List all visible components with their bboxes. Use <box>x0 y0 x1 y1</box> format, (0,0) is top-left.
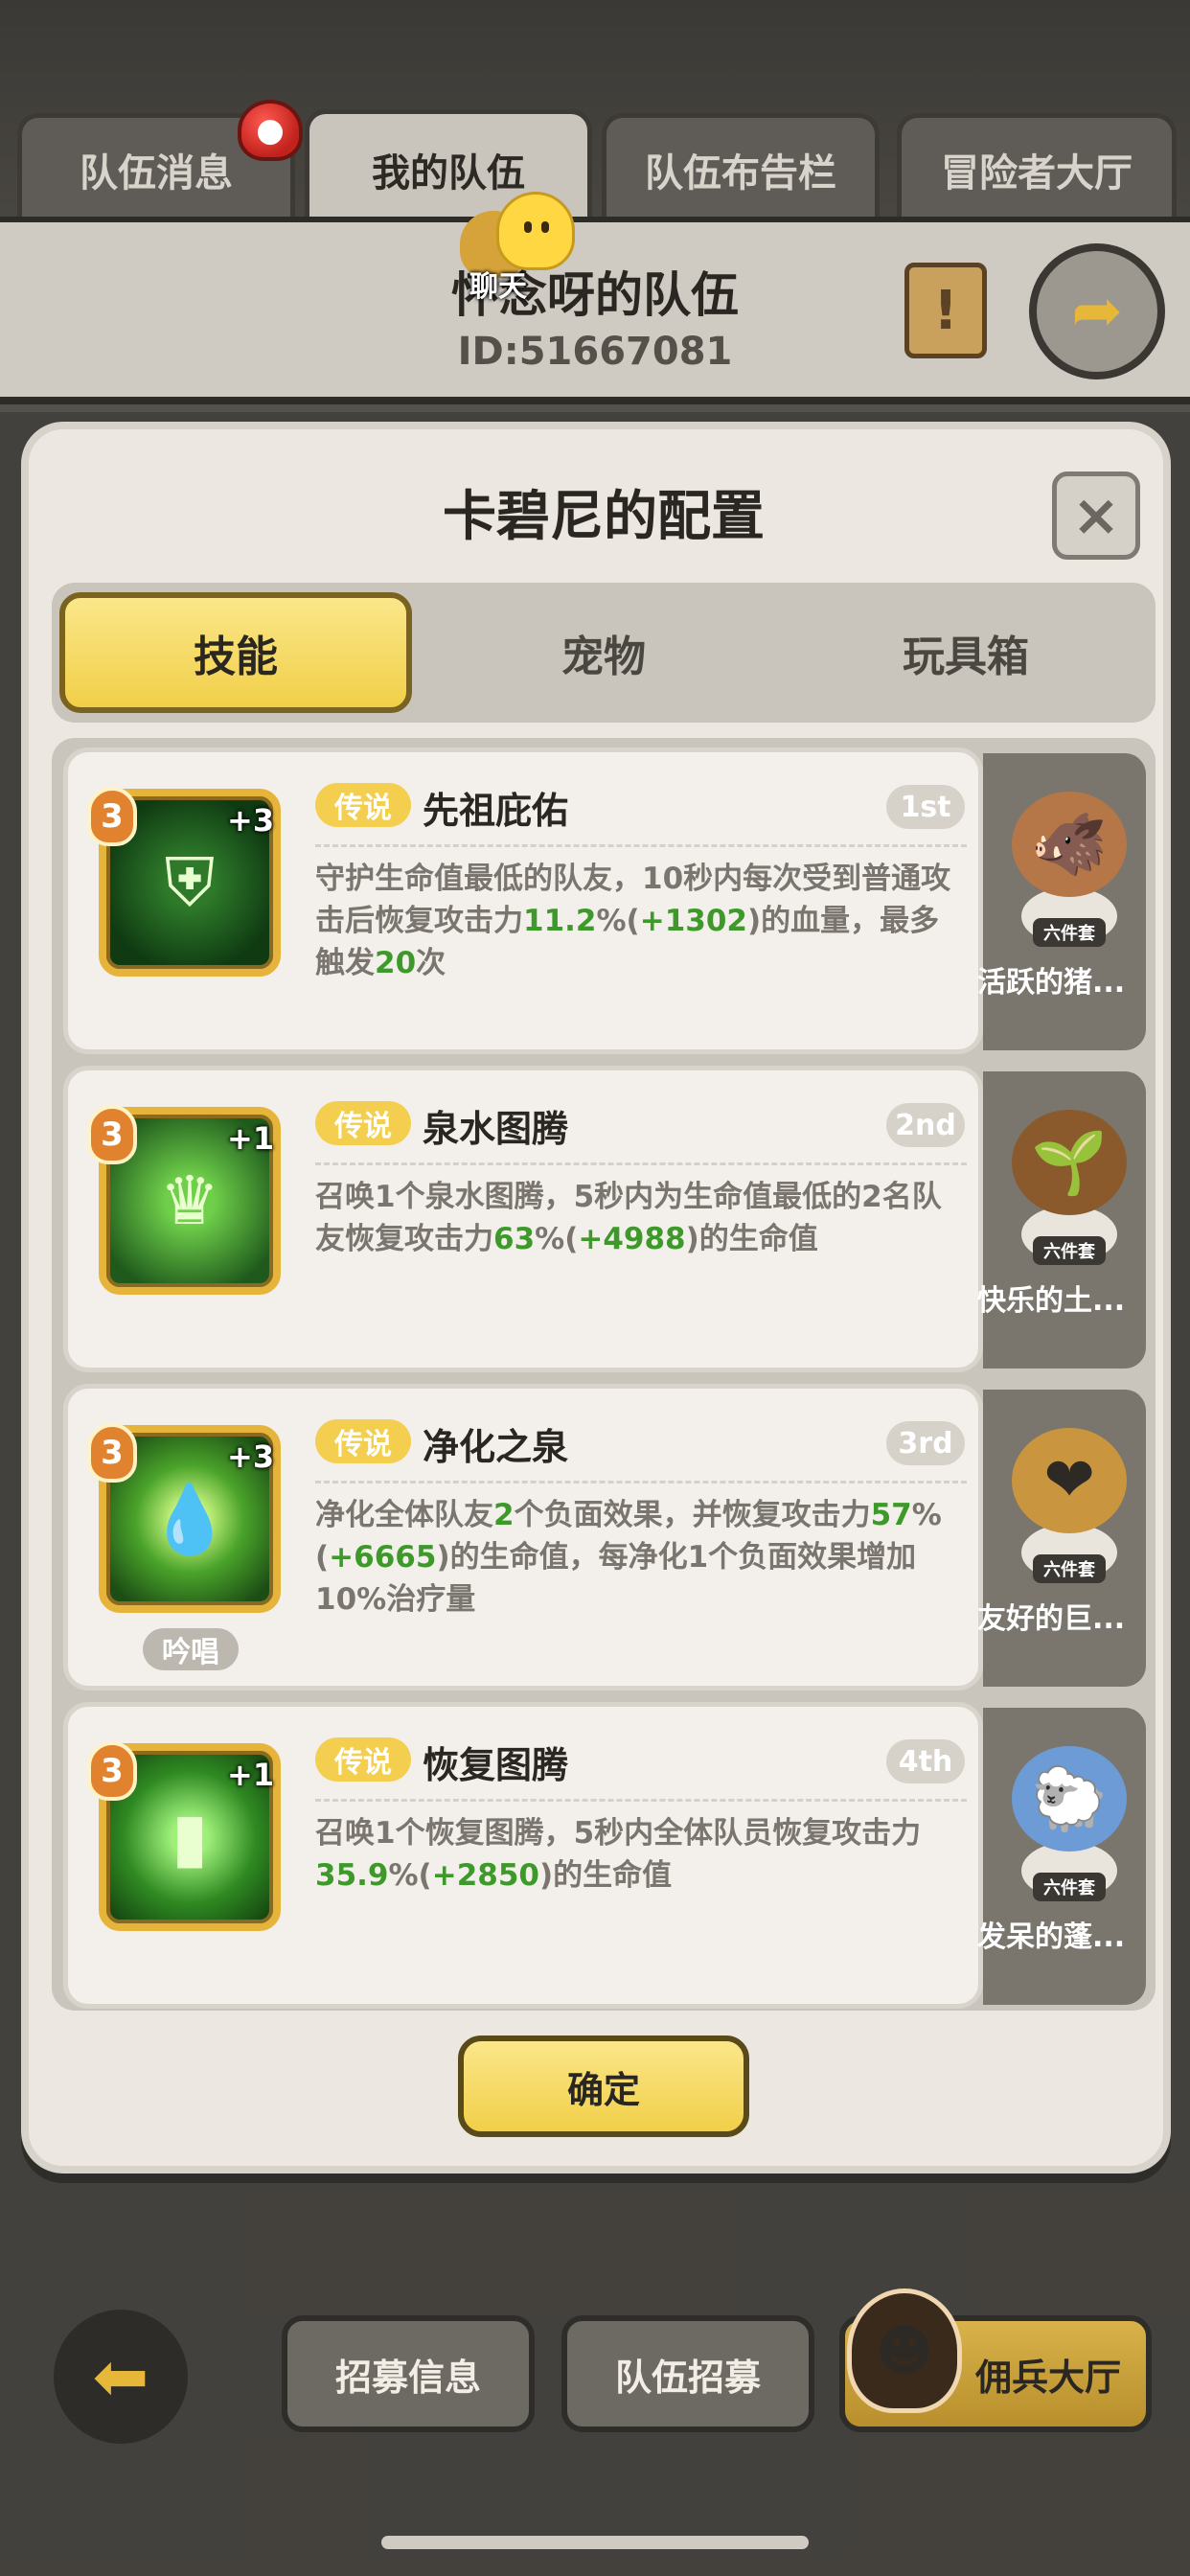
segment-control: 技能 宠物 玩具箱 <box>52 583 1156 723</box>
divider <box>315 1481 967 1484</box>
skill-level-badge: 3 <box>87 1423 137 1483</box>
recruit-info-button[interactable]: 招募信息 <box>282 2315 535 2432</box>
desc-text: )的生命值 <box>539 1858 673 1893</box>
skill-name: 泉水图腾 <box>423 1108 569 1150</box>
stat-value: 11.2 <box>523 904 597 938</box>
tab-adventurer-hall[interactable]: 冒险者大厅 <box>897 113 1177 220</box>
desc-text: 净化全体队友 <box>315 1498 493 1532</box>
set-badge: 六件套 <box>1033 1236 1106 1265</box>
stat-value: 35.9 <box>315 1858 389 1893</box>
stat-value: 2 <box>493 1498 515 1532</box>
tab-toybox[interactable]: 玩具箱 <box>790 583 1142 723</box>
chat-ghost-icon <box>496 192 575 270</box>
skill-name: 恢复图腾 <box>423 1744 569 1786</box>
rarity-tag: 传说 <box>315 783 411 827</box>
close-button[interactable]: × <box>1052 472 1140 560</box>
skill-rank: 2nd <box>886 1103 965 1147</box>
top-tabbar: 队伍消息 我的队伍 队伍布告栏 冒险者大厅 <box>13 109 1177 224</box>
stat-value: +6665 <box>329 1540 437 1575</box>
stat-value: +4988 <box>578 1222 686 1256</box>
divider <box>315 844 967 847</box>
skill-plus-level: +3 <box>227 1438 275 1475</box>
stat-value: 20 <box>375 946 417 980</box>
pet-slot[interactable]: 🐑 六件套 发呆的蓬... <box>977 1708 1146 2005</box>
skill-rank: 4th <box>886 1739 965 1783</box>
pet-slot[interactable]: 🐗 六件套 活跃的猪... <box>977 753 1146 1050</box>
rarity-tag: 传说 <box>315 1419 411 1463</box>
back-arrow-icon[interactable]: ⬅ <box>54 2310 188 2444</box>
team-name: 怀念呀的队伍 <box>451 267 739 323</box>
skill-level-badge: 3 <box>87 1741 137 1801</box>
scroll-icon[interactable]: ! <box>904 263 987 358</box>
stat-value: 63 <box>493 1222 536 1256</box>
team-header: 怀念呀的队伍 ID:51667081 <box>0 217 1190 404</box>
dialog-title: 卡碧尼的配置 <box>443 486 765 548</box>
skill-level-badge: 3 <box>87 1105 137 1164</box>
sheep-pet-icon: 🐑 <box>1012 1746 1127 1852</box>
team-id: ID:51667081 <box>457 330 733 374</box>
divider <box>315 1799 967 1802</box>
pet-name: 活跃的猪... <box>977 966 1126 1000</box>
chant-tag: 吟唱 <box>143 1628 239 1670</box>
skill-name: 先祖庇佑 <box>423 790 569 832</box>
tab-skills[interactable]: 技能 <box>59 592 412 713</box>
skill-name: 净化之泉 <box>423 1426 569 1468</box>
skill-rank: 1st <box>886 785 965 829</box>
boar-pet-icon: 🐗 <box>1012 792 1127 897</box>
skill-list: ⛨ 3 +3 传说 先祖庇佑 1st 守护生命值最低的队友，10秒内每次受到普通… <box>52 738 1156 2011</box>
pet-slot[interactable]: ❤ 六件套 友好的巨... <box>977 1390 1146 1687</box>
chat-button[interactable]: 聊天 <box>460 192 575 304</box>
tab-team-board[interactable]: 队伍布告栏 <box>602 113 880 220</box>
set-badge: 六件套 <box>1033 918 1106 947</box>
hero-avatar: ☻ <box>847 2288 962 2413</box>
skill-description: 净化全体队友2个负面效果，并恢复攻击力57%(+6665)的生命值，每净化1个负… <box>315 1494 967 1621</box>
set-badge: 六件套 <box>1033 1873 1106 1901</box>
bell-icon: ● <box>238 100 303 161</box>
divider <box>315 1162 967 1165</box>
stat-value: 57 <box>870 1498 912 1532</box>
pet-name: 发呆的蓬... <box>977 1920 1126 1954</box>
skill-plus-level: +3 <box>227 802 275 839</box>
desc-text: 个负面效果，并恢复攻击力 <box>514 1498 871 1532</box>
set-badge: 六件套 <box>1033 1554 1106 1583</box>
pet-name: 快乐的土... <box>977 1284 1126 1318</box>
mole-pet-icon: 🌱 <box>1012 1110 1127 1215</box>
skill-description: 守护生命值最低的队友，10秒内每次受到普通攻击后恢复攻击力11.2%(+1302… <box>315 858 967 984</box>
tab-pets[interactable]: 宠物 <box>427 583 780 723</box>
skill-description: 召唤1个泉水图腾，5秒内为生命值最低的2名队友恢复攻击力63%(+4988)的生… <box>315 1176 967 1260</box>
team-recruit-button[interactable]: 队伍招募 <box>561 2315 814 2432</box>
desc-text: )的生命值 <box>685 1222 818 1256</box>
stat-value: +1302 <box>639 904 747 938</box>
skill-description: 召唤1个恢复图腾，5秒内全体队员恢复攻击力 35.9%(+2850)的生命值 <box>315 1812 967 1897</box>
chat-label: 聊天 <box>469 270 527 304</box>
skill-plus-level: +1 <box>227 1757 275 1793</box>
skill-card[interactable]: ▮ 3 +1 传说 恢复图腾 4th 召唤1个恢复图腾，5秒内全体队员恢复攻击力… <box>63 1702 983 2009</box>
skill-card[interactable]: ⛨ 3 +3 传说 先祖庇佑 1st 守护生命值最低的队友，10秒内每次受到普通… <box>63 748 983 1054</box>
home-indicator[interactable] <box>381 2536 809 2549</box>
desc-text: 召唤1个恢复图腾，5秒内全体队员恢复攻击力 <box>315 1816 922 1851</box>
skill-level-badge: 3 <box>87 787 137 846</box>
skill-rank: 3rd <box>886 1421 965 1465</box>
desc-text: 次 <box>416 946 446 980</box>
stat-value: +2850 <box>431 1858 539 1893</box>
desc-text: %( <box>388 1858 432 1893</box>
skill-plus-level: +1 <box>227 1120 275 1157</box>
confirm-button[interactable]: 确定 <box>458 2036 749 2137</box>
desc-text: %( <box>596 904 640 938</box>
config-dialog: 卡碧尼的配置 × 技能 宠物 玩具箱 ⛨ 3 +3 传说 先祖庇佑 1st 守护… <box>21 422 1171 2174</box>
skill-card[interactable]: 💧 3 +3 吟唱 传说 净化之泉 3rd 净化全体队友2个负面效果，并恢复攻击… <box>63 1384 983 1690</box>
skill-card[interactable]: ♛ 3 +1 传说 泉水图腾 2nd 召唤1个泉水图腾，5秒内为生命值最低的2名… <box>63 1066 983 1372</box>
pet-slot[interactable]: 🌱 六件套 快乐的土... <box>977 1071 1146 1368</box>
desc-text: %( <box>535 1222 579 1256</box>
close-icon: × <box>1071 482 1121 549</box>
return-arrow-icon[interactable]: ➦ <box>1029 243 1165 380</box>
pet-name: 友好的巨... <box>977 1602 1126 1636</box>
golem-pet-icon: ❤ <box>1012 1428 1127 1533</box>
rarity-tag: 传说 <box>315 1737 411 1782</box>
rarity-tag: 传说 <box>315 1101 411 1145</box>
